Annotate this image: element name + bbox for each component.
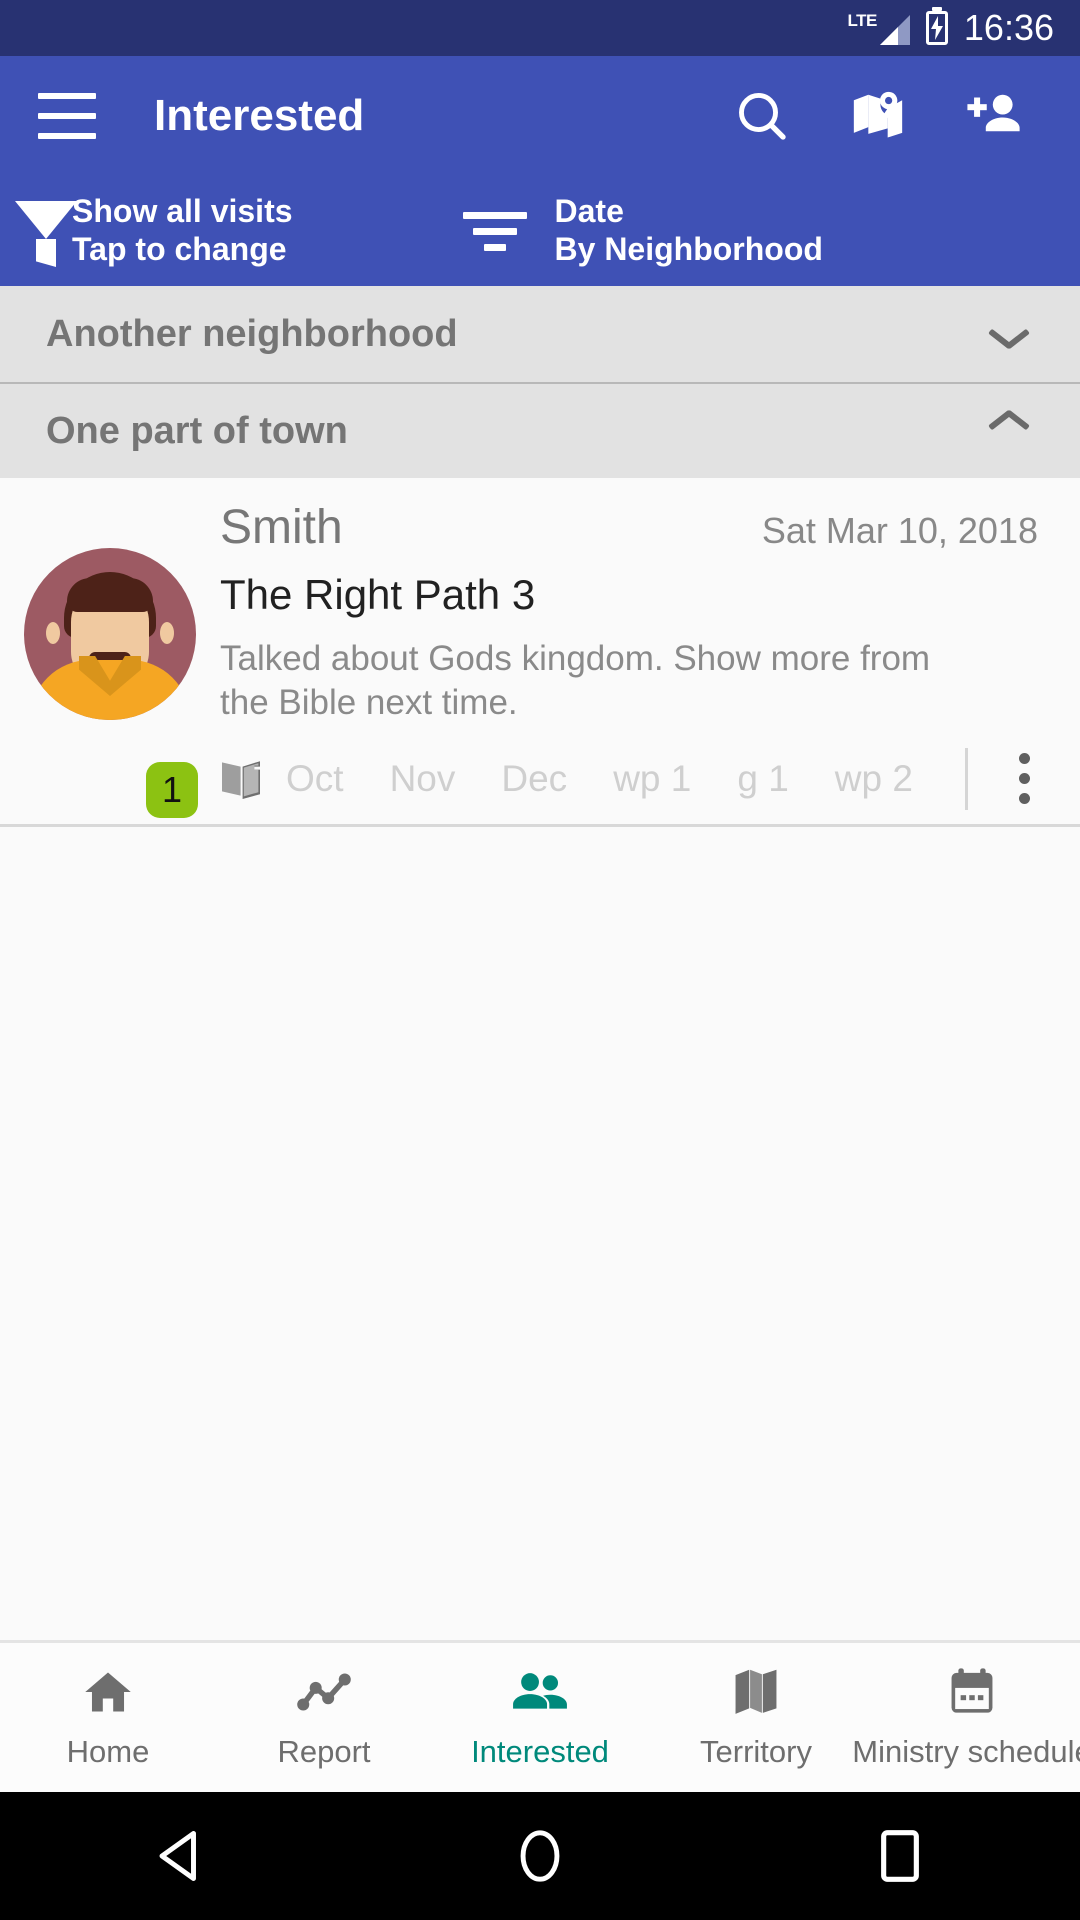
- nav-item-report[interactable]: Report: [216, 1666, 432, 1770]
- open-book-icon: [220, 758, 268, 800]
- tag-item[interactable]: Oct: [286, 758, 344, 800]
- app-bar-actions: [732, 86, 1080, 146]
- tag-item[interactable]: Nov: [390, 758, 456, 800]
- overflow-menu-icon[interactable]: [994, 753, 1054, 805]
- map-pin-icon[interactable]: [848, 86, 908, 146]
- battery-charging-icon: [925, 11, 948, 45]
- filter-labels: Show all visits Tap to change: [72, 193, 293, 269]
- contact-list: 1 Smith Sat Mar 10, 2018 The Right Path …: [0, 478, 1080, 1640]
- sort-order-button[interactable]: Date By Neighborhood: [462, 193, 823, 269]
- nav-label: Home: [66, 1733, 150, 1769]
- avatar-man-icon: [24, 548, 196, 720]
- search-icon[interactable]: [732, 86, 792, 146]
- group-header-one-part-of-town[interactable]: One part of town: [0, 382, 1080, 478]
- sort-labels: Date By Neighborhood: [555, 193, 823, 269]
- nav-item-home[interactable]: Home: [0, 1666, 216, 1770]
- tag-item[interactable]: Dec: [501, 758, 567, 800]
- nav-label: Report: [277, 1733, 371, 1769]
- contact-header-row: Smith Sat Mar 10, 2018: [220, 500, 1054, 555]
- app-screen: LTE 16:36 Interested Show all visits Tap…: [0, 0, 1080, 1920]
- filter-visits-button[interactable]: Show all visits Tap to change: [15, 193, 293, 269]
- sort-secondary-label: By Neighborhood: [554, 231, 823, 267]
- chevron-up-icon[interactable]: [990, 419, 1028, 443]
- divider: [965, 747, 968, 810]
- calendar-icon: [947, 1666, 997, 1718]
- page-title: Interested: [154, 91, 365, 140]
- nav-label: Ministry schedule: [852, 1733, 1080, 1769]
- recents-button[interactable]: [840, 1816, 960, 1896]
- app-bar: Interested Show all visits Tap to change…: [0, 56, 1080, 286]
- contact-details: Smith Sat Mar 10, 2018 The Right Path 3 …: [220, 500, 1080, 824]
- lte-label: LTE: [847, 10, 878, 30]
- status-bar: LTE 16:36: [0, 0, 1080, 56]
- home-button[interactable]: [480, 1816, 600, 1896]
- home-icon: [82, 1666, 134, 1718]
- chevron-down-icon[interactable]: [990, 322, 1028, 346]
- list-item[interactable]: 1 Smith Sat Mar 10, 2018 The Right Path …: [0, 478, 1080, 827]
- tag-item[interactable]: g 1: [737, 758, 788, 800]
- signal-bars-icon: [879, 14, 910, 45]
- nav-item-ministry-schedule[interactable]: Ministry schedule: [852, 1666, 1080, 1770]
- status-badge: 1: [146, 761, 198, 818]
- status-bar-clock: 16:36: [963, 7, 1054, 48]
- group-header-another-neighborhood[interactable]: Another neighborhood: [0, 286, 1080, 382]
- back-button[interactable]: [120, 1816, 240, 1896]
- contact-visit-date: Sat Mar 10, 2018: [761, 510, 1038, 551]
- filter-sort-bar: Show all visits Tap to change Date By Ne…: [0, 176, 1080, 286]
- nav-label: Interested: [471, 1733, 609, 1769]
- nav-item-interested[interactable]: Interested: [432, 1666, 648, 1770]
- nav-item-territory[interactable]: Territory: [648, 1666, 864, 1770]
- filter-secondary-label: Tap to change: [72, 231, 287, 267]
- nav-label: Territory: [700, 1733, 812, 1769]
- avatar-container: 1: [0, 500, 220, 824]
- group-title: One part of town: [46, 409, 348, 452]
- sort-lines-icon: [462, 211, 527, 251]
- tag-item[interactable]: wp 1: [613, 758, 691, 800]
- tag-item[interactable]: wp 2: [835, 758, 913, 800]
- hamburger-menu-icon[interactable]: [38, 93, 96, 139]
- contact-subtitle: The Right Path 3: [220, 571, 536, 618]
- filter-primary-label: Show all visits: [72, 193, 293, 230]
- line-chart-icon: [297, 1666, 351, 1718]
- app-bar-top-row: Interested: [0, 56, 1080, 176]
- folded-map-icon: [733, 1666, 779, 1718]
- publication-tag-row: Oct Nov Dec wp 1 g 1 wp 2: [220, 747, 1054, 824]
- android-navigation-bar: [0, 1792, 1080, 1920]
- contact-name: Smith: [220, 501, 343, 554]
- add-person-icon[interactable]: [964, 86, 1024, 146]
- bottom-navigation: Home Report Interested Territory Ministr…: [0, 1640, 1080, 1792]
- sort-primary-label: Date: [554, 193, 624, 230]
- group-title: Another neighborhood: [46, 312, 458, 355]
- network-indicator: LTE: [848, 12, 910, 45]
- people-icon: [511, 1666, 569, 1718]
- contact-note: Talked about Gods kingdom. Show more fro…: [220, 639, 931, 723]
